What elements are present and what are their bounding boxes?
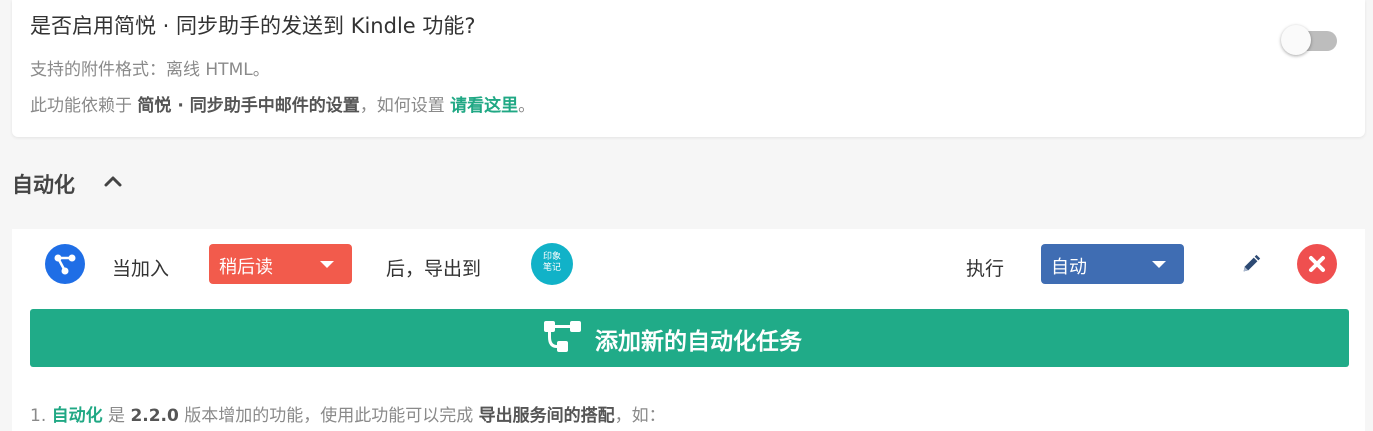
note-t3: ，如： — [614, 406, 666, 426]
add-automation-button[interactable]: 添加新的自动化任务 — [30, 309, 1349, 367]
chevron-down-icon — [320, 261, 334, 268]
kindle-settings-card: 是否启用简悦 · 同步助手的发送到 Kindle 功能? 支持的附件格式：离线 … — [12, 0, 1365, 137]
note-version: 2.2.0 — [130, 406, 179, 426]
mode-value: 自动 — [1051, 257, 1087, 278]
note-t2: 版本增加的功能，使用此功能可以完成 — [178, 406, 479, 426]
flow-icon — [544, 321, 581, 352]
evernote-icon-text-1: 印象 — [542, 252, 561, 262]
dep-mid: ，如何设置 — [359, 96, 451, 116]
mode-select[interactable]: 自动 — [1041, 244, 1184, 284]
when-label: 当加入 — [112, 258, 170, 280]
dep-link[interactable]: 请看这里 — [450, 96, 518, 116]
note-t1: 是 — [102, 406, 131, 426]
evernote-icon[interactable]: 印象 笔记 — [531, 243, 573, 285]
note-bold: 导出服务间的搭配 — [478, 406, 615, 426]
exec-label: 执行 — [966, 258, 1005, 280]
dep-bold: 简悦 · 同步助手中邮件的设置 — [137, 96, 360, 116]
note-num: 1. — [30, 406, 52, 426]
dep-prefix: 此功能依赖于 — [30, 96, 138, 116]
kindle-question: 是否启用简悦 · 同步助手的发送到 Kindle 功能? — [30, 14, 476, 38]
toggle-knob — [1281, 25, 1311, 55]
evernote-icon-text-2: 笔记 — [542, 263, 561, 273]
close-icon — [1309, 256, 1325, 272]
kindle-dependency-text: 此功能依赖于 简悦 · 同步助手中邮件的设置，如何设置 请看这里。 — [30, 91, 535, 116]
add-automation-label: 添加新的自动化任务 — [595, 329, 802, 355]
chevron-up-icon[interactable] — [101, 170, 125, 194]
then-label: 后，导出到 — [386, 258, 482, 280]
kindle-toggle[interactable] — [1281, 25, 1337, 55]
chevron-down-icon — [1152, 261, 1166, 268]
flow-icon — [45, 244, 85, 284]
pencil-icon[interactable] — [1240, 253, 1262, 275]
note-term: 自动化 — [51, 406, 103, 426]
automation-note: 1. 自动化 是 2.2.0 版本增加的功能，使用此功能可以完成 导出服务间的搭… — [30, 401, 666, 426]
trigger-select[interactable]: 稍后读 — [209, 244, 352, 284]
kindle-formats: 支持的附件格式：离线 HTML。 — [30, 60, 270, 80]
automation-section-title: 自动化 — [12, 173, 75, 197]
dep-suffix: 。 — [518, 96, 536, 116]
trigger-value: 稍后读 — [219, 257, 273, 278]
delete-rule-button[interactable] — [1297, 244, 1337, 284]
